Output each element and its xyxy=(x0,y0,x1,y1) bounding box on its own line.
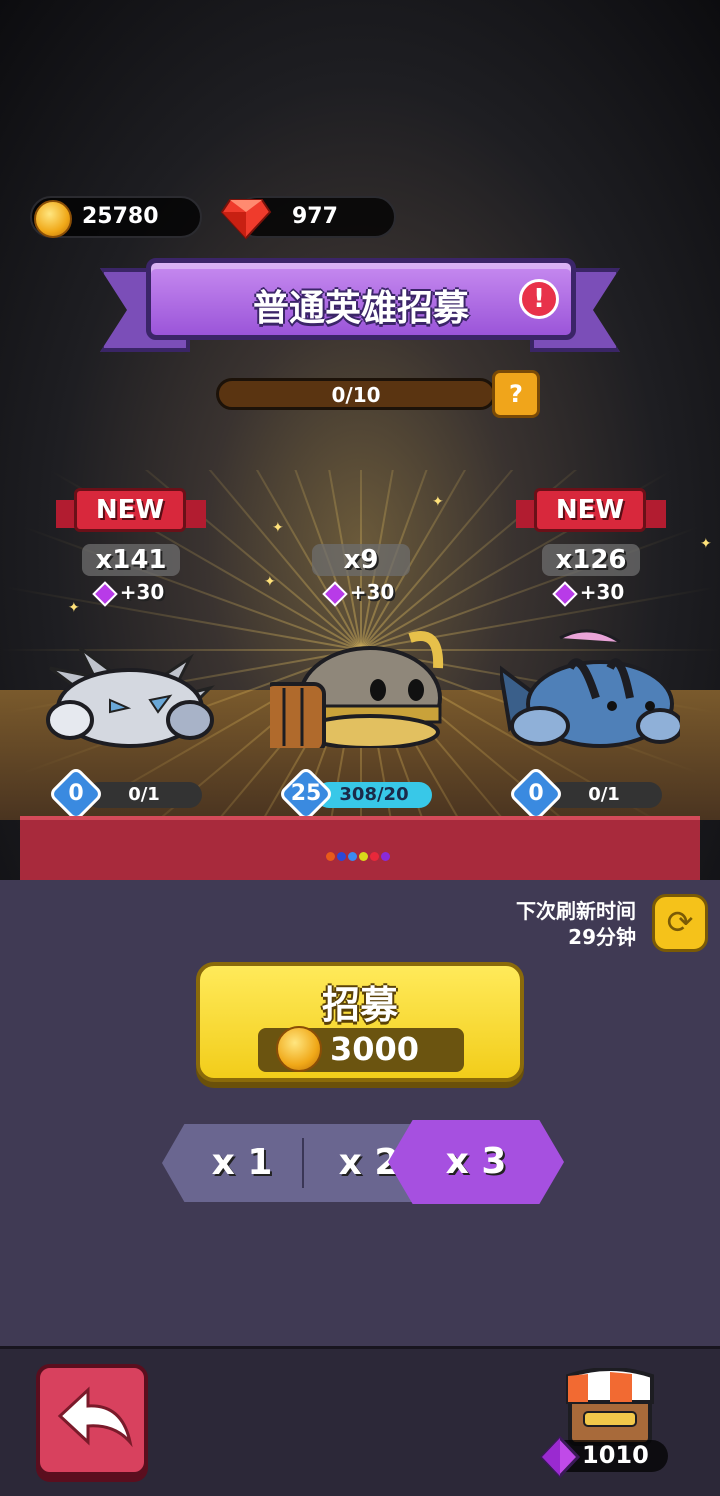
dot xyxy=(337,852,346,861)
coin-amount: 25780 xyxy=(82,204,159,229)
hero-level-bar: 0/1 0 xyxy=(47,765,206,823)
page-title: 普通英雄招募 xyxy=(252,288,469,329)
hero-count: x141 xyxy=(82,544,180,576)
refresh-timer: 下次刷新时间 29分钟 xyxy=(516,898,636,950)
multiplier-label: x 1 xyxy=(211,1142,273,1183)
dot xyxy=(381,852,390,861)
new-label: NEW xyxy=(74,488,186,532)
hero-level-bar: 0/1 0 xyxy=(507,765,666,823)
hero-card-2[interactable]: x9 +30 308/20 25 xyxy=(260,488,460,823)
dot xyxy=(359,852,368,861)
hero-count: x126 xyxy=(542,544,640,576)
gem-bonus: +30 xyxy=(490,580,690,607)
hero-level: 0 xyxy=(68,781,84,806)
sparkle-icon: ✦ xyxy=(700,536,712,552)
hero-level: 25 xyxy=(290,781,322,806)
gold-coin-icon xyxy=(34,200,72,238)
question-mark-icon[interactable]: ? xyxy=(492,370,540,418)
hero-level-bar: 308/20 25 xyxy=(277,765,436,823)
purple-gem-icon xyxy=(551,580,578,607)
gem-bonus-value: +30 xyxy=(349,580,395,604)
refresh-icon[interactable]: ⟳ xyxy=(652,894,708,952)
hero-card-1[interactable]: NEW x141 +30 0/1 0 xyxy=(30,488,230,823)
title-banner: 普通英雄招募 ! xyxy=(146,258,576,340)
fish-hero-sprite xyxy=(500,629,680,748)
recruit-cost: 3000 xyxy=(258,1026,464,1072)
helmet-hero-sprite xyxy=(270,631,444,748)
dot xyxy=(326,852,335,861)
hero-count: x9 xyxy=(312,544,410,576)
gem-bonus: +30 xyxy=(30,580,230,607)
purple-gem-icon xyxy=(91,580,118,607)
gem-bonus-value: +30 xyxy=(119,580,165,604)
shard-progress-text: 308/20 xyxy=(339,784,409,805)
new-tag: NEW xyxy=(516,488,666,544)
coin-balance: 25780 xyxy=(30,196,202,238)
recruit-cost-value: 3000 xyxy=(330,1030,420,1068)
rarity-dots xyxy=(326,846,392,861)
shard-progress-text: 0/1 xyxy=(128,784,160,805)
recruit-progress-bar: 0/10 xyxy=(216,378,496,410)
recruit-progress-text: 0/10 xyxy=(331,383,381,407)
dot xyxy=(370,852,379,861)
spiky-hero-sprite xyxy=(46,646,215,748)
hero-level: 0 xyxy=(528,781,544,806)
refresh-time: 29分钟 xyxy=(568,925,636,949)
multiplier-label: x 3 xyxy=(445,1141,507,1182)
ruby-amount: 977 xyxy=(292,204,338,229)
purple-gem-icon xyxy=(540,1436,580,1478)
back-arrow-icon xyxy=(57,1386,133,1448)
gem-bonus: +30 xyxy=(260,580,460,607)
gem-bonus-value: +30 xyxy=(579,580,625,604)
hero-card-3[interactable]: NEW x126 +30 0/1 0 xyxy=(490,488,690,823)
shard-progress-text: 0/1 xyxy=(588,784,620,805)
purple-gem-icon xyxy=(321,580,348,607)
back-button[interactable] xyxy=(36,1364,148,1476)
gold-coin-icon xyxy=(276,1026,322,1072)
red-ruby-icon xyxy=(220,199,272,240)
multiplier-x3-button[interactable]: x 3 xyxy=(388,1120,564,1204)
new-tag: NEW xyxy=(56,488,206,544)
gem-amount: 1010 xyxy=(582,1441,649,1469)
refresh-label: 下次刷新时间 xyxy=(516,899,636,923)
multiplier-x1-button[interactable]: x 1 xyxy=(162,1124,322,1202)
recruit-button[interactable]: 招募 3000 xyxy=(196,962,524,1082)
new-label: NEW xyxy=(534,488,646,532)
exclamation-icon[interactable]: ! xyxy=(519,279,559,319)
recruit-label: 招募 xyxy=(321,983,398,1027)
dot xyxy=(348,852,357,861)
